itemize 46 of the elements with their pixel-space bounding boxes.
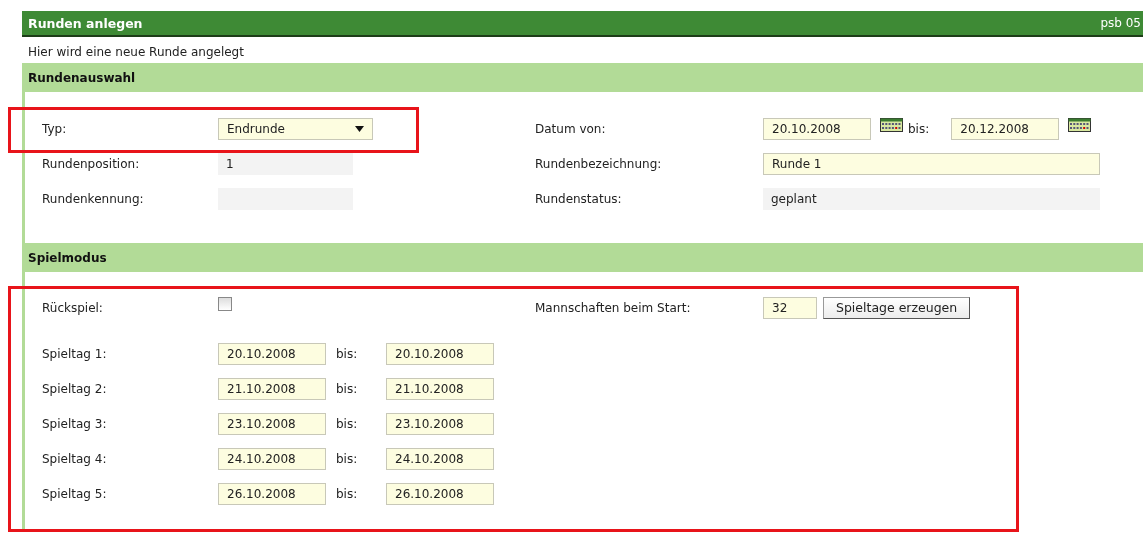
field-label: Spieltag 5: [42, 486, 108, 501]
field-label: bis: [335, 451, 359, 466]
calendar-icon[interactable] [880, 117, 903, 132]
calendar-icon[interactable] [1068, 117, 1092, 132]
field-label: Spieltag 2: [42, 381, 108, 396]
date-field[interactable]: 26.10.2008 [386, 482, 494, 505]
field-label: Rundenbezeichnung: [535, 156, 663, 171]
field-label: Rundenkennung: [42, 191, 145, 206]
date-field[interactable]: 20.10.2008 [386, 342, 494, 365]
date-field[interactable]: 21.10.2008 [218, 377, 326, 400]
field-label: bis: [335, 346, 359, 361]
page-code: psb 05 [1100, 16, 1141, 30]
date-field[interactable]: 20.10.2008 [763, 117, 871, 140]
caret-icon [355, 125, 364, 132]
date-field[interactable]: 23.10.2008 [218, 412, 326, 435]
field-label: Typ: [42, 121, 68, 136]
field-label: Rundenstatus: [535, 191, 623, 206]
date-field[interactable]: 24.10.2008 [386, 447, 494, 470]
field-label: bis: [908, 121, 930, 136]
input-field[interactable]: Runde 1 [763, 152, 1100, 175]
page-title: Runden anlegen [28, 15, 143, 31]
checkbox[interactable] [218, 296, 232, 311]
date-field[interactable]: 23.10.2008 [386, 412, 494, 435]
field-label: bis: [335, 381, 359, 396]
section-title: Rundenauswahl [28, 70, 136, 85]
field-label: bis: [335, 486, 359, 501]
field-label: bis: [335, 416, 359, 431]
date-field[interactable]: 21.10.2008 [386, 377, 494, 400]
section-title: Spielmodus [28, 250, 107, 265]
readonly-field: geplant [763, 187, 1100, 210]
input-field[interactable]: 32 [763, 296, 817, 319]
field-label: Rundenposition: [42, 156, 141, 171]
field-label: Rückspiel: [42, 300, 104, 315]
date-field[interactable]: 20.10.2008 [218, 342, 326, 365]
intro-text: Hier wird eine neue Runde angelegt [27, 44, 245, 61]
generate-button[interactable]: Spieltage erzeugen [823, 296, 971, 319]
field-label: Mannschaften beim Start: [535, 300, 692, 315]
date-field[interactable]: 20.12.2008 [951, 117, 1060, 140]
field-label: Spieltag 1: [42, 346, 108, 361]
field-label: Spieltag 3: [42, 416, 108, 431]
field-label: Datum von: [535, 121, 607, 136]
readonly-field: 1 [218, 152, 353, 175]
type-dropdown[interactable]: Endrunde [218, 117, 373, 140]
date-field[interactable]: 24.10.2008 [218, 447, 326, 470]
date-field[interactable]: 26.10.2008 [218, 482, 326, 505]
field-label: Spieltag 4: [42, 451, 108, 466]
